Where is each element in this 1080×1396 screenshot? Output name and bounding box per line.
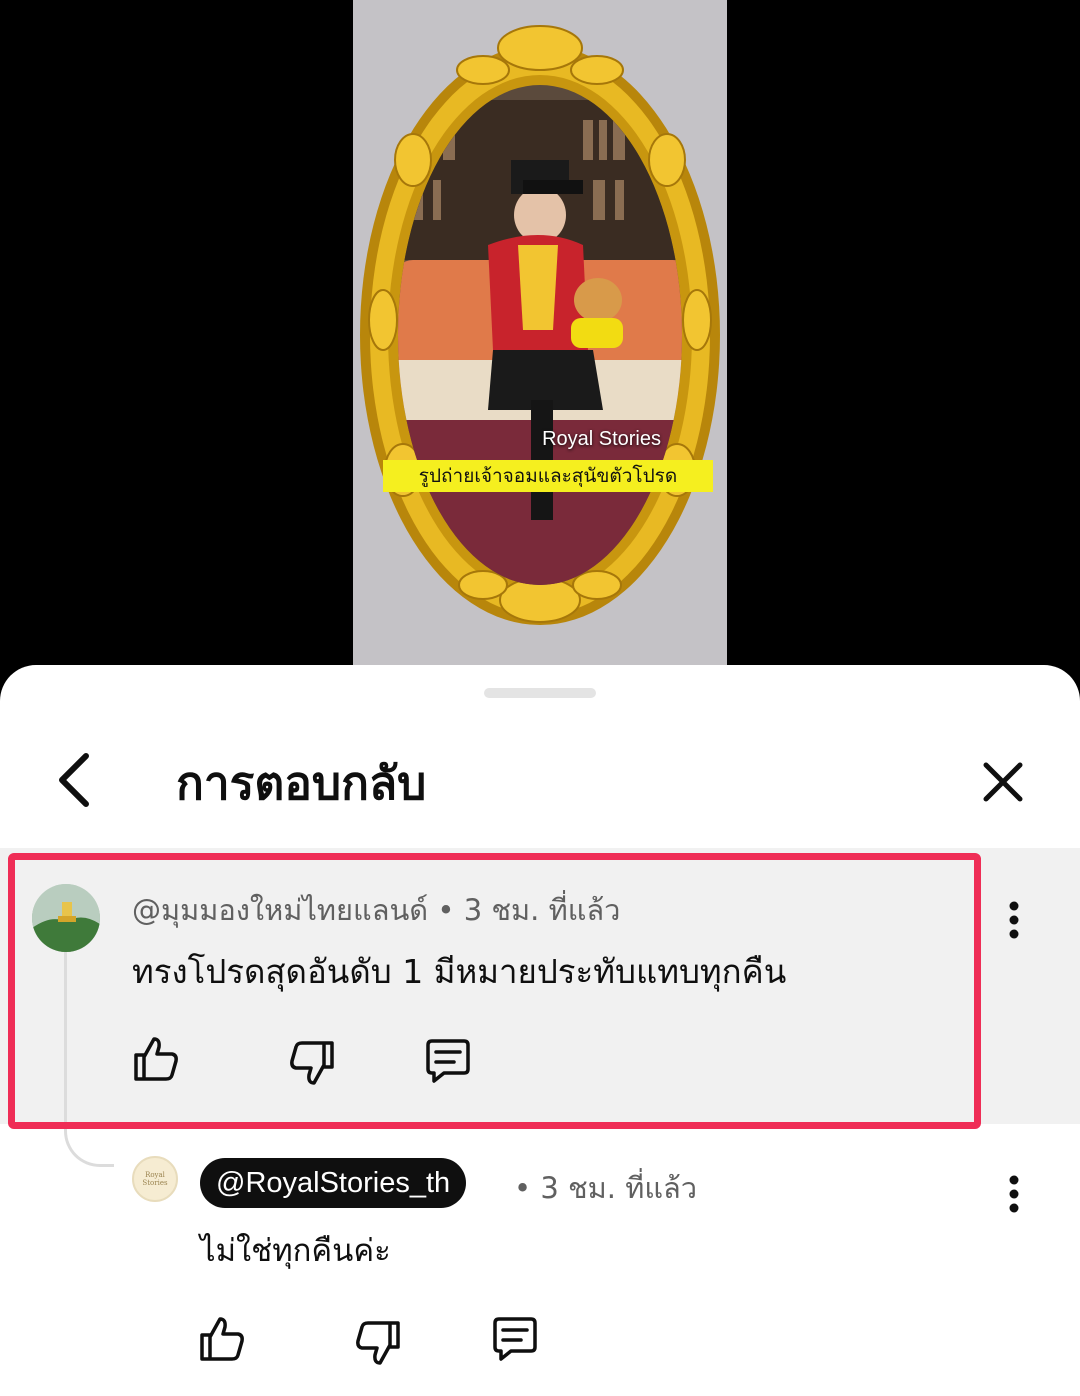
video-player[interactable]: Royal Stories รูปถ่ายเจ้าจอมและสุนัขตัวโ…: [0, 0, 1080, 665]
meta-separator: •: [514, 1171, 532, 1205]
video-watermark: Royal Stories: [542, 428, 661, 450]
chevron-left-icon: [59, 753, 89, 807]
video-thumbnail[interactable]: Royal Stories รูปถ่ายเจ้าจอมและสุนัขตัวโ…: [353, 0, 727, 665]
framed-portrait-image: [353, 0, 727, 665]
highlight-annotation-box: [8, 853, 981, 1129]
reply-meta: • 3 ชม. ที่แล้ว: [514, 1165, 697, 1211]
video-caption: รูปถ่ายเจ้าจอมและสุนัขตัวโปรด: [383, 460, 713, 492]
thumbs-down-icon: [356, 1321, 400, 1365]
reply-dislike-button[interactable]: [352, 1317, 404, 1369]
reply-like-button[interactable]: [196, 1313, 248, 1365]
sheet-title: การตอบกลับ: [176, 756, 427, 810]
close-icon: [983, 762, 1023, 802]
reply-author-avatar[interactable]: Royal Stories: [132, 1156, 178, 1202]
reply-text: ไม่ใช่ทุกคืนค่ะ: [200, 1233, 391, 1269]
close-button[interactable]: [978, 757, 1028, 807]
comment-icon: [493, 1317, 537, 1361]
replies-sheet: การตอบกลับ @มุมมองใหม่ไทยแลนด์ • 3 ชม. ท…: [0, 665, 1080, 1396]
more-vertical-icon: [1009, 901, 1019, 939]
back-button[interactable]: [50, 750, 100, 810]
avatar-logo-text: Royal Stories: [142, 1171, 168, 1187]
channel-owner-badge[interactable]: @RoyalStories_th: [200, 1158, 467, 1208]
more-vertical-icon: [1009, 1175, 1019, 1213]
reply-reply-button[interactable]: [489, 1313, 541, 1365]
comment-more-button[interactable]: [1008, 900, 1020, 940]
reply-time: 3 ชม. ที่แล้ว: [540, 1171, 698, 1205]
reply-more-button[interactable]: [1008, 1174, 1020, 1214]
thumbs-up-icon: [200, 1317, 244, 1361]
drag-handle[interactable]: [484, 688, 596, 698]
